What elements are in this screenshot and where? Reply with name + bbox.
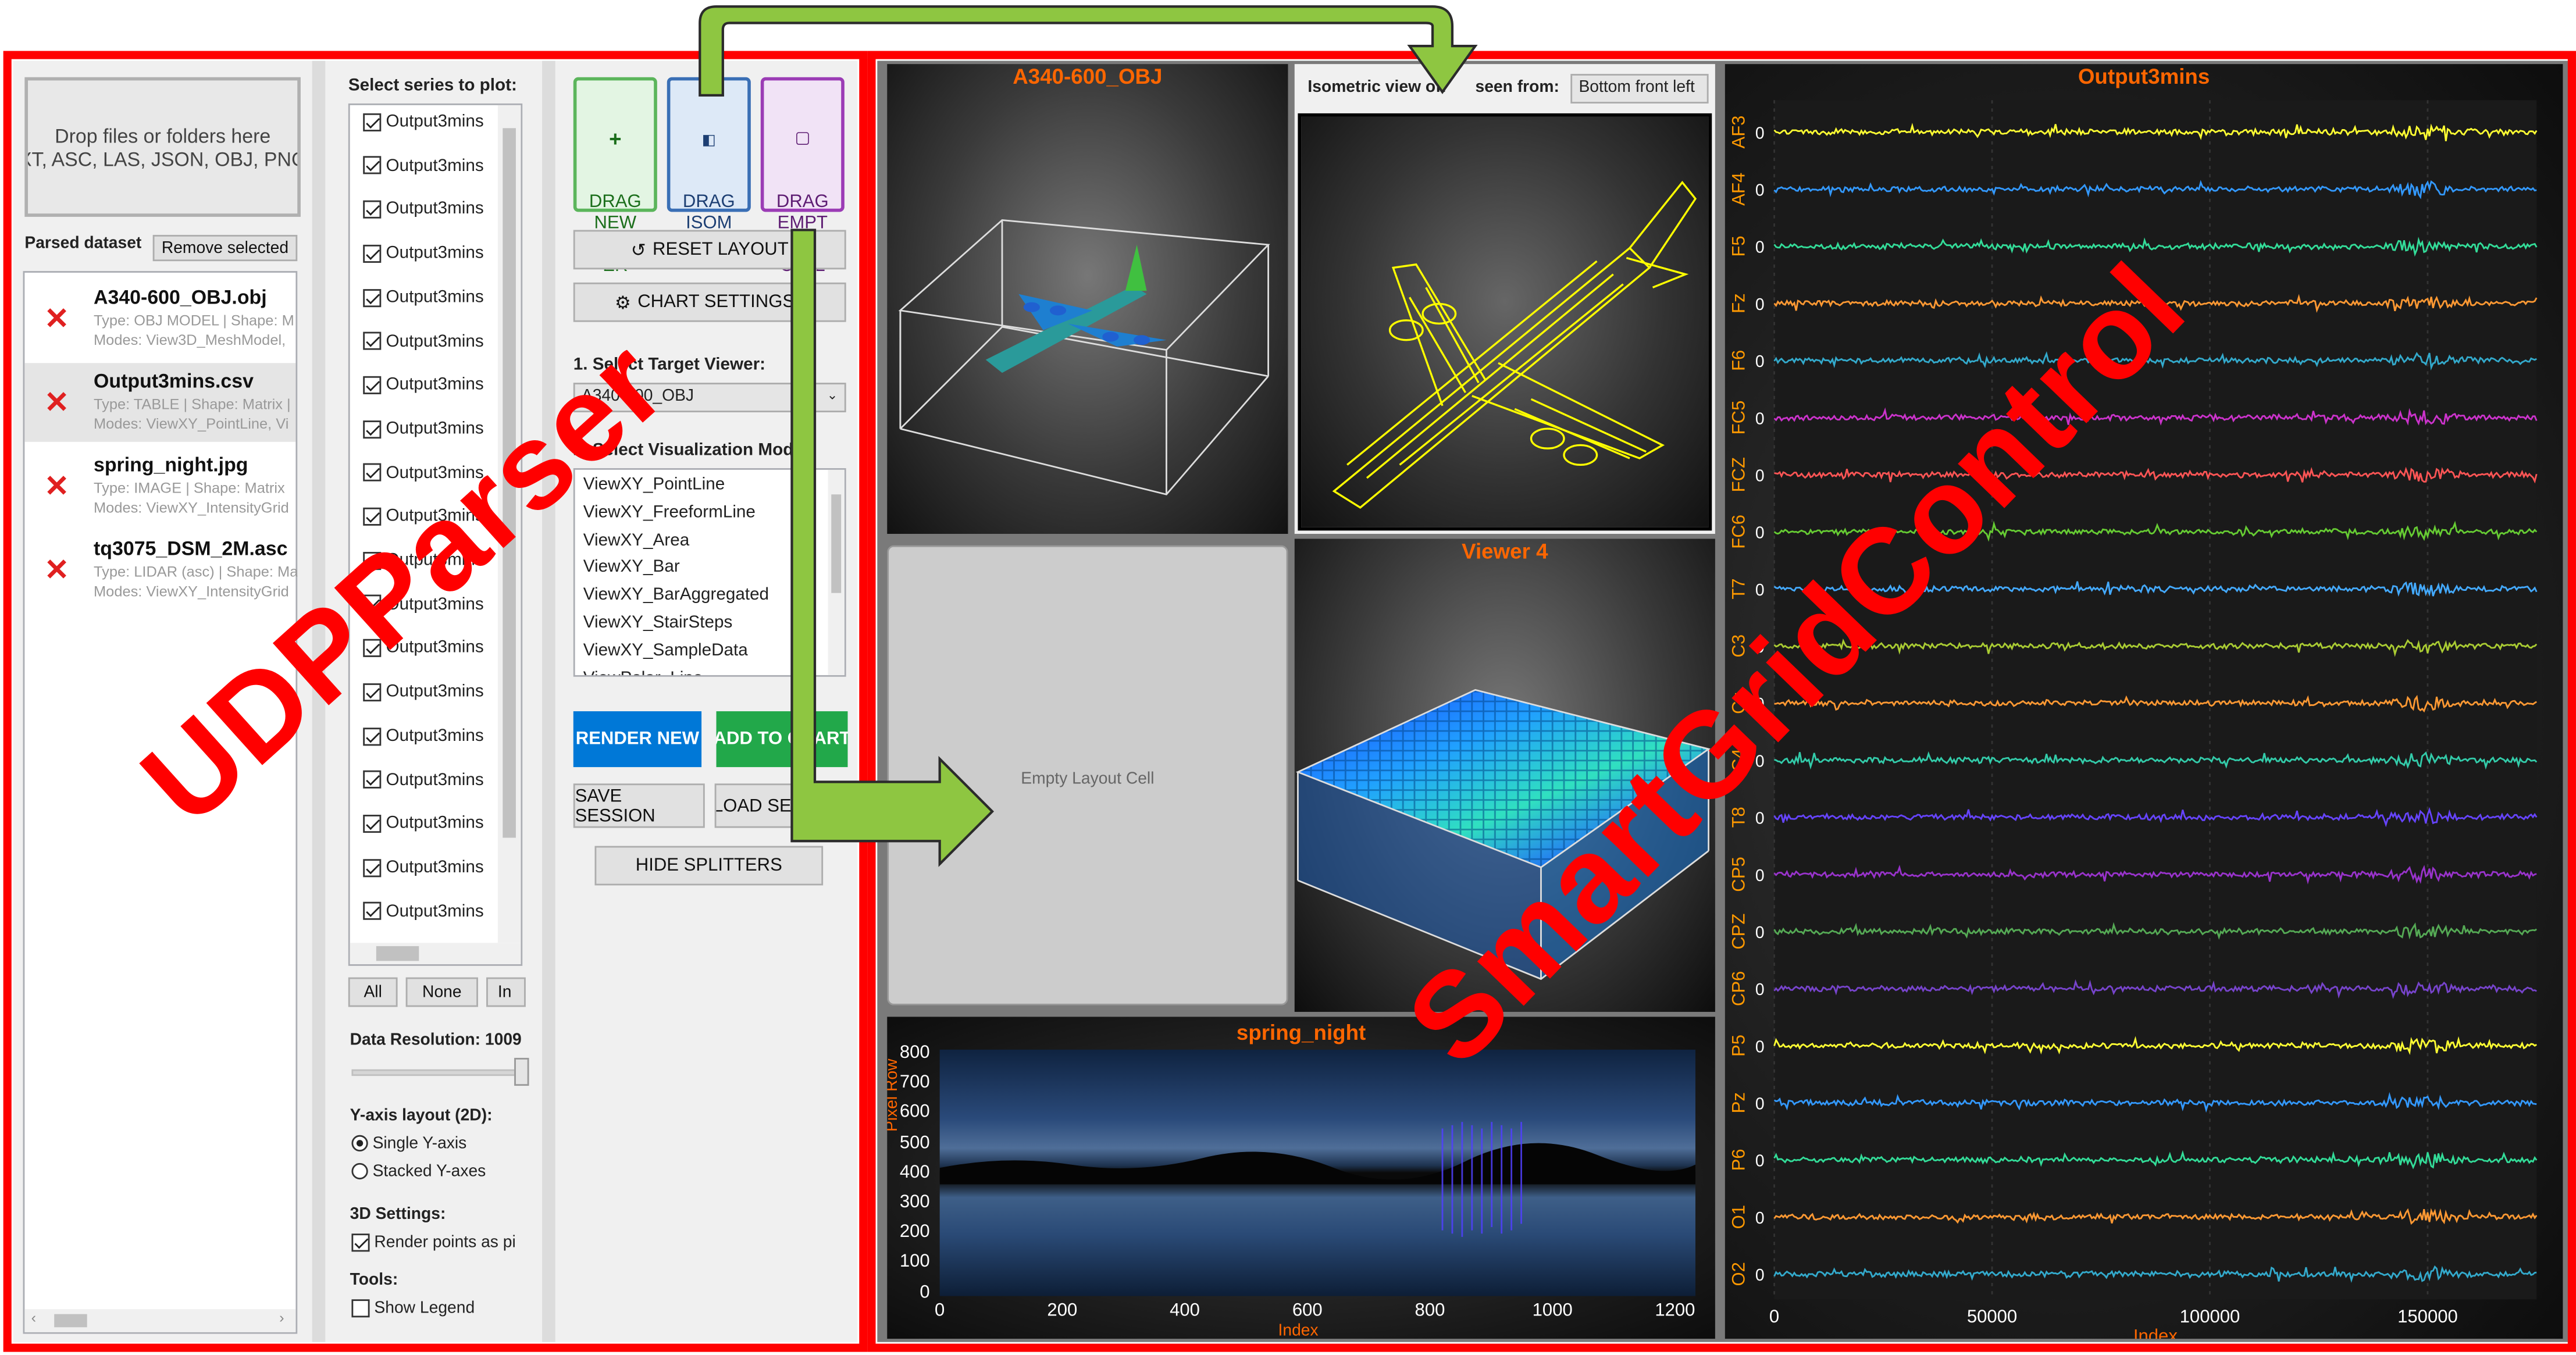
arrow-to-isometric-icon <box>699 5 1478 97</box>
arrow-to-empty-cell-icon <box>790 229 995 867</box>
screenshot-stage: Drop files or folders here XT, ASC, LAS,… <box>0 0 2576 1355</box>
